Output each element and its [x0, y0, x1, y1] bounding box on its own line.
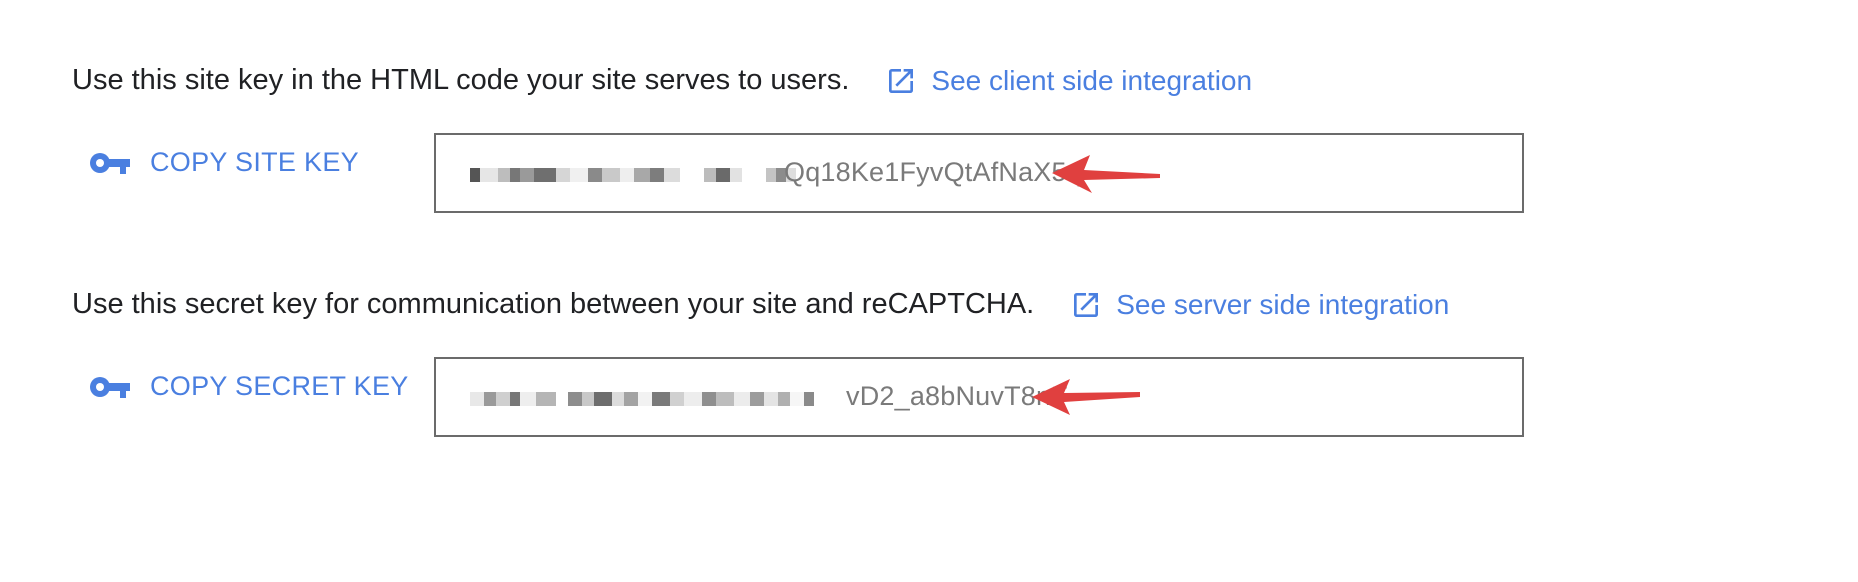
- server-side-integration-label: See server side integration: [1116, 288, 1450, 320]
- copy-site-key-button[interactable]: COPY SITE KEY: [88, 147, 359, 178]
- copy-secret-key-label: COPY SECRET KEY: [150, 371, 409, 401]
- open-in-new-icon: [889, 68, 914, 93]
- secret-key-field[interactable]: vD2_a8bNuvT8nF: [434, 357, 1524, 437]
- site-key-section: Use this site key in the HTML code your …: [72, 64, 1672, 217]
- secret-key-section: Use this secret key for communication be…: [72, 288, 1672, 441]
- annotation-arrow: [1052, 155, 1160, 193]
- key-icon: [90, 152, 130, 174]
- site-key-value: Qq18Ke1FyvQtAfNaX5q: [784, 157, 1082, 187]
- secret-key-description: Use this secret key for communication be…: [72, 288, 1035, 320]
- redacted-secret-key-prefix: [470, 385, 814, 413]
- client-side-integration-label: See client side integration: [931, 64, 1253, 96]
- copy-secret-key-button[interactable]: COPY SECRET KEY: [88, 371, 409, 402]
- site-key-description: Use this site key in the HTML code your …: [72, 64, 850, 96]
- site-key-row: COPY SITE KEY Qq18Ke1FyvQtAfNaX5q: [72, 133, 1672, 217]
- client-side-integration-link[interactable]: See client side integration: [885, 65, 1252, 97]
- secret-key-description-row: Use this secret key for communication be…: [72, 288, 1672, 321]
- key-icon: [90, 376, 130, 398]
- server-side-integration-link[interactable]: See server side integration: [1070, 289, 1449, 321]
- site-key-field[interactable]: Qq18Ke1FyvQtAfNaX5q: [434, 133, 1524, 213]
- copy-site-key-label: COPY SITE KEY: [150, 147, 359, 177]
- secret-key-row: COPY SECRET KEY vD2_a8bNuvT8nF: [72, 357, 1672, 441]
- annotation-arrow: [1032, 379, 1140, 415]
- open-in-new-icon: [1074, 292, 1099, 317]
- redacted-site-key-prefix: [470, 161, 796, 189]
- site-key-description-row: Use this site key in the HTML code your …: [72, 64, 1672, 97]
